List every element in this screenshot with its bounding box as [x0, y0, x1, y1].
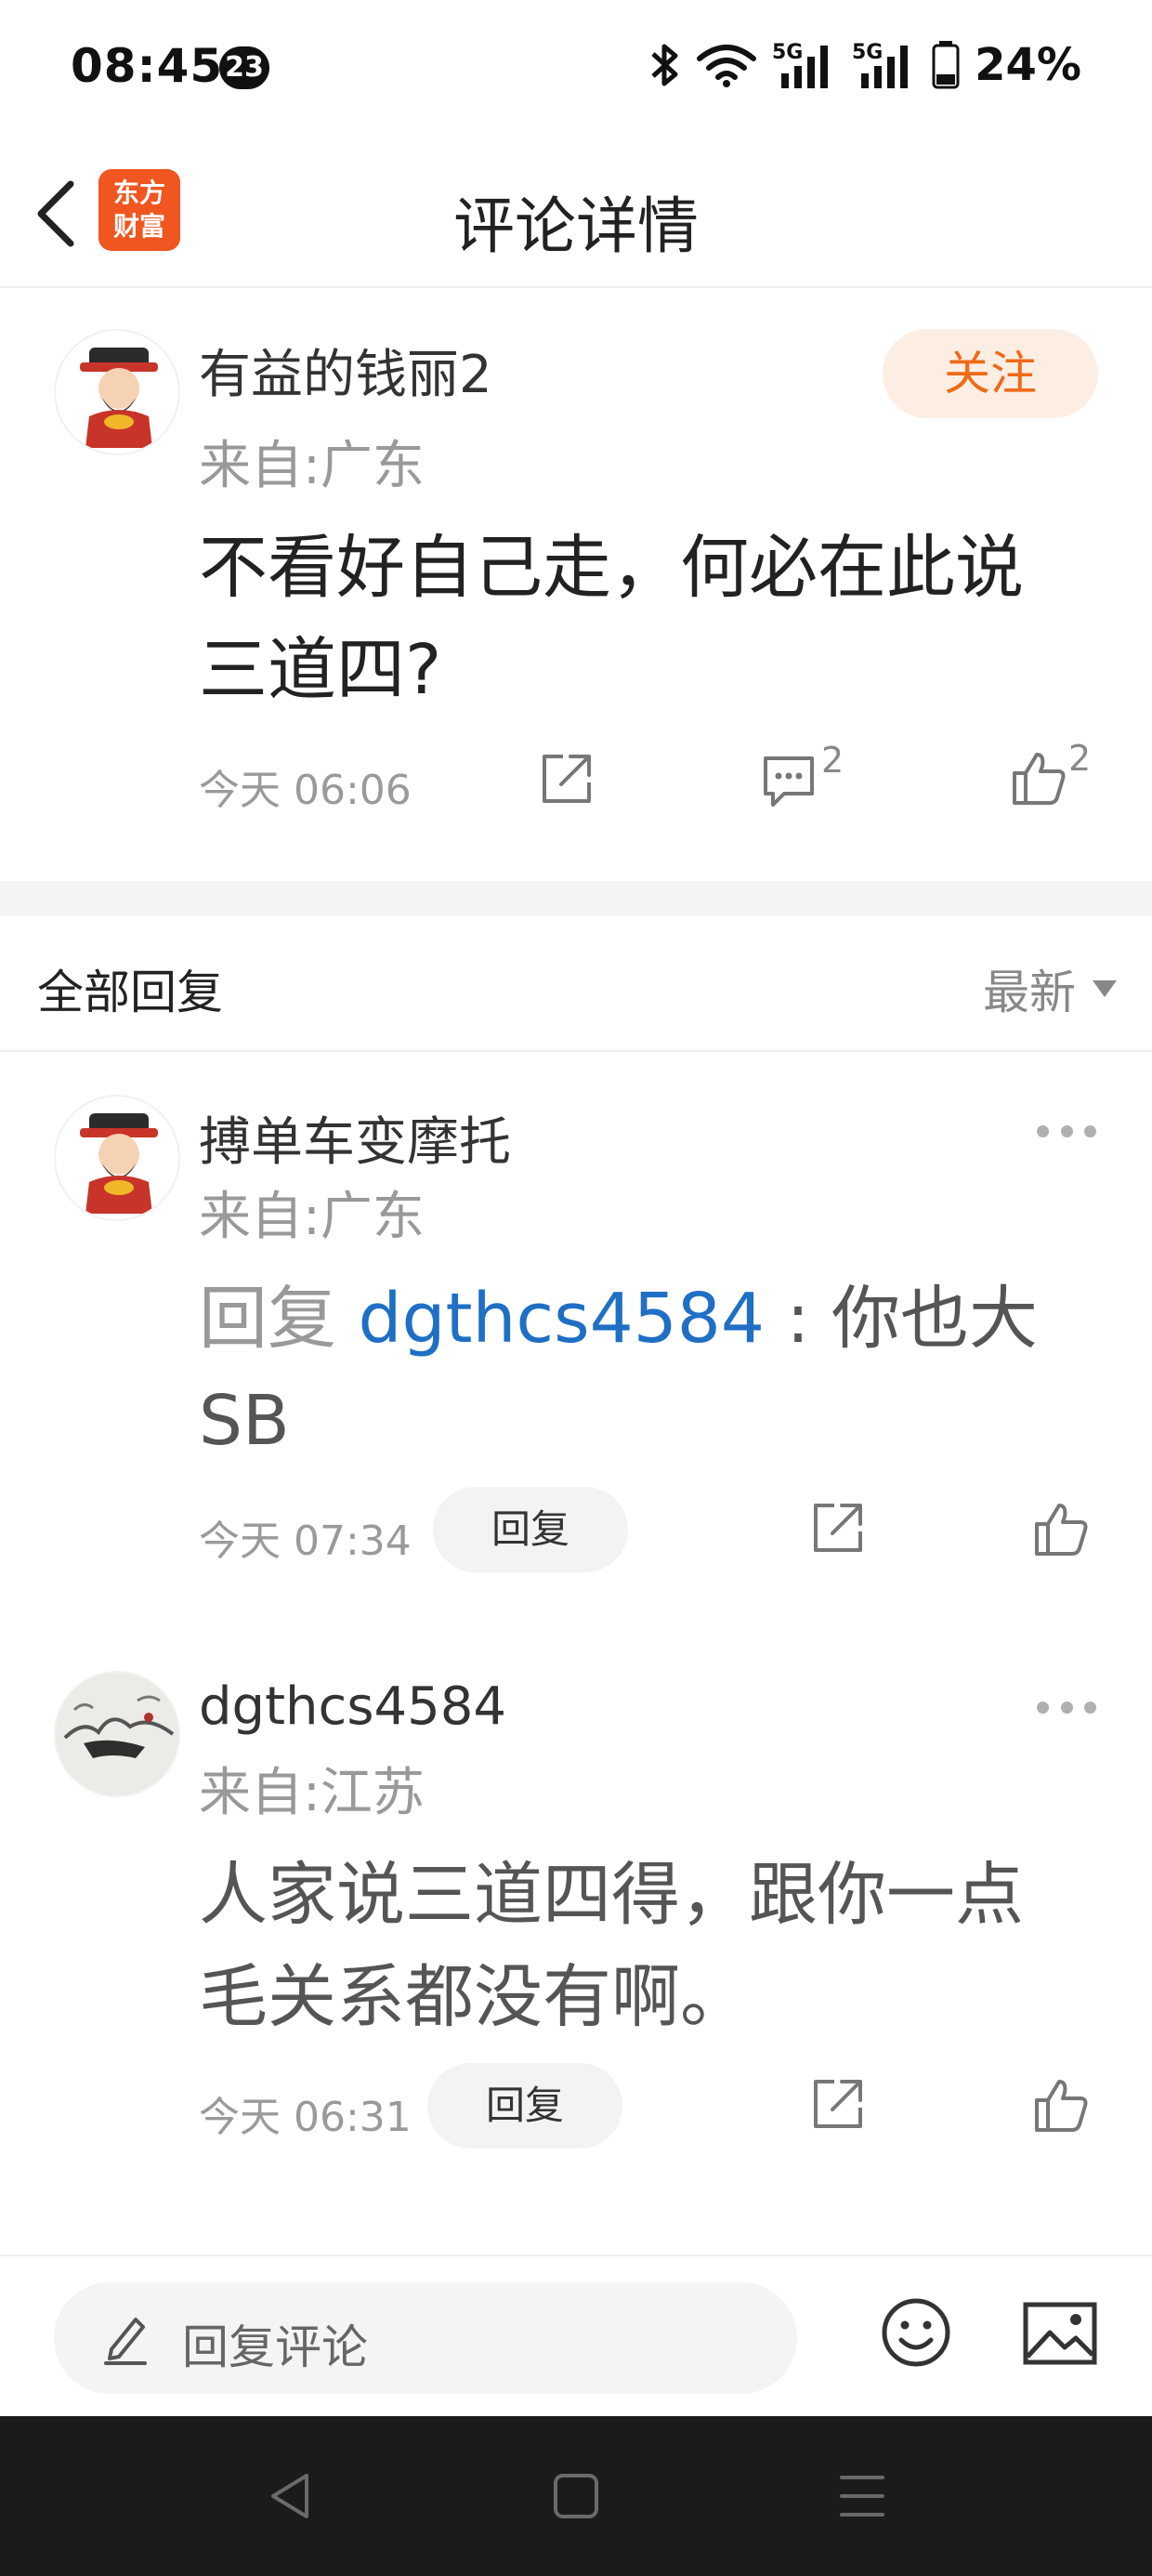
comment-icon — [764, 756, 814, 807]
reply-item: dgthcs4584 来自:江苏 人家说三道四得，跟你一点毛关系都没有啊。 今天… — [0, 1628, 1152, 2204]
status-bar: 08:45 23 5G 5G 24% — [0, 0, 1152, 139]
reply-content: 人家说三道四得，跟你一点毛关系都没有啊。 — [199, 1855, 1024, 2037]
reply-time: 今天 07:34 — [199, 1518, 412, 1565]
back-button[interactable] — [28, 177, 93, 251]
status-time: 08:45 — [71, 39, 224, 93]
comment-count: 2 — [821, 740, 844, 781]
reply-input-bar: 回复评论 — [0, 2254, 1152, 2416]
signal-5g-icon-2: 5G — [852, 41, 909, 88]
like-count: 2 — [1068, 738, 1092, 779]
share-icon — [814, 1504, 862, 1552]
reply-item: 搏单车变摩托 来自:广东 回复 dgthcs4584 : 你也大SB 今天 07… — [0, 1052, 1152, 1628]
share-icon — [814, 2080, 862, 2128]
location: 来自:江苏 — [199, 1763, 425, 1823]
share-button[interactable] — [539, 751, 595, 810]
emoji-button[interactable] — [879, 2295, 953, 2373]
thumbs-up-icon — [1013, 753, 1066, 805]
reply-content: 回复 dgthcs4584 : 你也大SB — [199, 1268, 1091, 1472]
network-label: 5G — [772, 41, 803, 64]
comment-content: 不看好自己走，何必在此说三道四? — [199, 528, 1024, 710]
reply-button[interactable]: 回复 — [427, 2063, 622, 2149]
nav-menu-icon[interactable] — [836, 2470, 888, 2522]
nav-back-icon[interactable] — [266, 2470, 318, 2522]
sort-dropdown[interactable]: 最新 — [983, 955, 1117, 1022]
avatar[interactable] — [54, 329, 180, 455]
dot — [1060, 1124, 1073, 1137]
image-icon — [1023, 2302, 1097, 2365]
username[interactable]: dgthcs4584 — [199, 1676, 506, 1737]
replies-title: 全部回复 — [37, 966, 223, 1019]
bluetooth-icon — [651, 44, 678, 86]
notification-badge: 23 — [219, 46, 269, 89]
thumbs-up-icon — [1035, 2080, 1088, 2132]
thumbs-up-icon — [1035, 1504, 1088, 1556]
dot — [1037, 1701, 1049, 1714]
sort-label: 最新 — [983, 966, 1076, 1019]
like-button[interactable] — [1031, 1500, 1091, 1561]
avatar-ink-landscape-icon — [56, 1673, 178, 1795]
share-button[interactable] — [810, 1500, 866, 1559]
like-button[interactable] — [1009, 749, 1068, 810]
replies-header: 全部回复 最新 — [0, 916, 1152, 1052]
pencil-icon — [104, 2318, 147, 2365]
nav-home-icon[interactable] — [550, 2470, 602, 2522]
battery-icon — [932, 41, 960, 89]
location: 来自:广东 — [199, 436, 425, 496]
signal-5g-icon: 5G — [772, 41, 829, 88]
avatar[interactable] — [54, 1671, 180, 1797]
app-logo[interactable]: 东方财富 — [98, 169, 180, 251]
dot — [1084, 1124, 1096, 1137]
dot — [1037, 1124, 1049, 1137]
username[interactable]: 搏单车变摩托 — [199, 1100, 511, 1176]
comment-button[interactable] — [760, 753, 818, 812]
main-comment: 有益的钱丽2 来自:广东 关注 不看好自己走，何必在此说三道四? 今天 06:0… — [0, 290, 1152, 881]
location: 来自:广东 — [199, 1187, 425, 1247]
share-button[interactable] — [810, 2076, 866, 2136]
avatar-fortune-god-icon — [80, 348, 158, 448]
caret-down-icon — [1093, 980, 1117, 997]
input-placeholder: 回复评论 — [182, 2320, 368, 2374]
reply-input[interactable]: 回复评论 — [54, 2282, 797, 2394]
svg-text:5G: 5G — [852, 41, 883, 64]
app-header: 评论详情 东方财富 — [0, 139, 1152, 288]
comment-time: 今天 06:06 — [199, 767, 412, 814]
system-navigation-bar — [0, 2416, 1152, 2576]
like-button[interactable] — [1031, 2076, 1091, 2137]
more-options-button[interactable] — [1037, 1693, 1096, 1721]
avatar[interactable] — [54, 1095, 180, 1221]
dot — [1084, 1701, 1096, 1714]
reply-button[interactable]: 回复 — [433, 1487, 628, 1572]
username[interactable]: 有益的钱丽2 — [199, 333, 492, 408]
reply-time: 今天 06:31 — [199, 2094, 412, 2141]
follow-button[interactable]: 关注 — [883, 329, 1098, 418]
section-divider — [0, 881, 1152, 916]
avatar-fortune-god-icon — [80, 1113, 158, 1214]
more-options-button[interactable] — [1037, 1117, 1096, 1145]
mention-link[interactable]: dgthcs4584 — [359, 1279, 765, 1359]
emoji-icon — [882, 2298, 950, 2367]
logo-text: 东方财富 — [112, 177, 165, 242]
status-icons: 5G 5G 24% — [649, 37, 1081, 93]
wifi-icon — [697, 45, 757, 87]
chevron-left-icon — [37, 180, 74, 247]
dot — [1060, 1701, 1073, 1714]
image-button[interactable] — [1022, 2301, 1098, 2370]
reply-prefix: 回复 — [199, 1279, 336, 1359]
share-icon — [543, 755, 591, 803]
battery-percent: 24% — [975, 39, 1081, 91]
